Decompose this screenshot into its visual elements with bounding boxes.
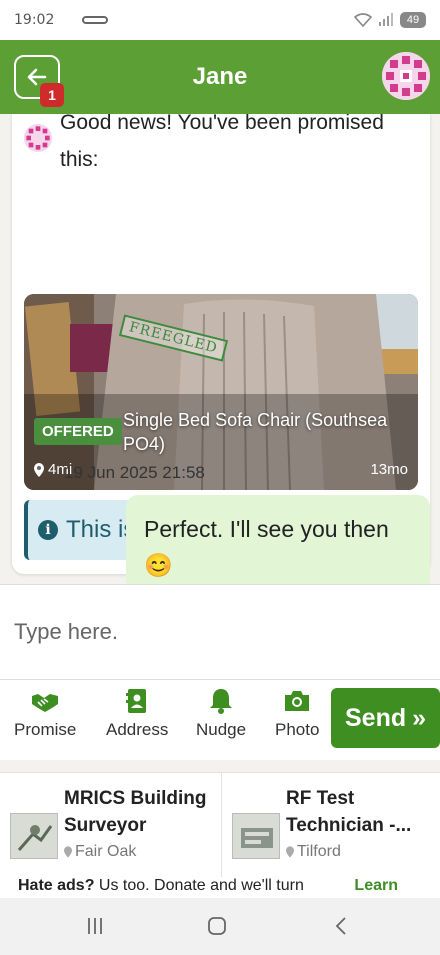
ad-thumbnail — [10, 813, 58, 859]
back-nav-icon[interactable] — [334, 916, 348, 936]
action-toolbar: Promise Address Nudge Photo Send » — [0, 680, 440, 760]
message-timestamp: 19 Jun 2025 21:58 — [64, 463, 205, 482]
nudge-label: Nudge — [196, 720, 247, 739]
ad-strip: MRICS Building Surveyor Fair Oak RF Test… — [0, 772, 440, 898]
camera-icon — [285, 691, 310, 711]
send-label: Send — [344, 703, 407, 732]
chat-title: Jane — [192, 63, 248, 90]
info-icon: i — [38, 520, 58, 540]
ad-location: Fair Oak — [64, 843, 221, 861]
ad-title: RF Test Technician -... — [286, 788, 412, 836]
notification-icon — [82, 16, 109, 24]
location-pin-icon — [34, 462, 44, 477]
status-time: 19:02 — [14, 12, 55, 28]
home-icon[interactable] — [207, 916, 227, 936]
recent-apps-icon[interactable] — [86, 916, 104, 936]
ad-location: Tilford — [286, 843, 440, 861]
ad-card[interactable]: RF Test Technician -... Tilford — [222, 773, 440, 877]
double-chevron-right-icon: » — [412, 703, 427, 732]
offered-tag: OFFERED — [34, 418, 122, 445]
sender-avatar — [24, 124, 52, 152]
item-title: Single Bed Sofa Chair (Southsea PO4) — [123, 410, 388, 454]
item-photo — [24, 294, 418, 490]
ad-thumbnail — [232, 813, 280, 859]
unread-badge: 1 — [40, 83, 64, 107]
send-button[interactable]: Send » — [331, 688, 440, 748]
status-bar: 19:02 49 — [0, 0, 440, 40]
address-book-icon — [126, 689, 147, 713]
message-input[interactable] — [0, 585, 440, 679]
nudge-button[interactable]: Nudge — [196, 688, 246, 740]
photo-button[interactable]: Photo — [275, 688, 319, 740]
banner-text: Us too. Donate and we'll turn — [94, 877, 304, 894]
battery-icon: 49 — [400, 12, 426, 28]
promise-label: Promise — [14, 720, 77, 739]
location-pin-icon — [286, 846, 294, 858]
item-age: 13mo — [370, 461, 408, 478]
chat-thread[interactable]: Good news! You've been promised this: FR… — [0, 114, 440, 584]
signal-icon — [379, 13, 393, 26]
composer — [0, 584, 440, 680]
sent-message-bubble[interactable]: Perfect. I'll see you then 😊 — [126, 495, 430, 584]
learn-more-link[interactable]: Learn — [348, 877, 398, 895]
address-label: Address — [106, 720, 169, 739]
ad-free-banner: Hate ads? Us too. Donate and we'll turn … — [0, 877, 440, 899]
photo-label: Photo — [275, 720, 320, 739]
ad-title: MRICS Building Surveyor — [64, 788, 207, 836]
user-avatar[interactable] — [382, 52, 430, 100]
system-nav-bar — [0, 898, 440, 955]
handshake-icon — [32, 694, 59, 712]
promise-text: Good news! You've been promised this: — [60, 114, 384, 171]
bell-icon — [210, 689, 233, 714]
chat-header: 1 Jane — [0, 40, 440, 114]
wifi-icon — [354, 13, 372, 27]
ad-card[interactable]: MRICS Building Surveyor Fair Oak — [0, 773, 222, 877]
item-card[interactable]: FREEGLED OFFERED Single Bed Sofa Chair (… — [24, 294, 418, 490]
banner-bold: Hate ads? — [18, 877, 95, 894]
location-pin-icon — [64, 846, 72, 858]
address-button[interactable]: Address — [106, 688, 168, 740]
promise-button[interactable]: Promise — [14, 688, 76, 740]
